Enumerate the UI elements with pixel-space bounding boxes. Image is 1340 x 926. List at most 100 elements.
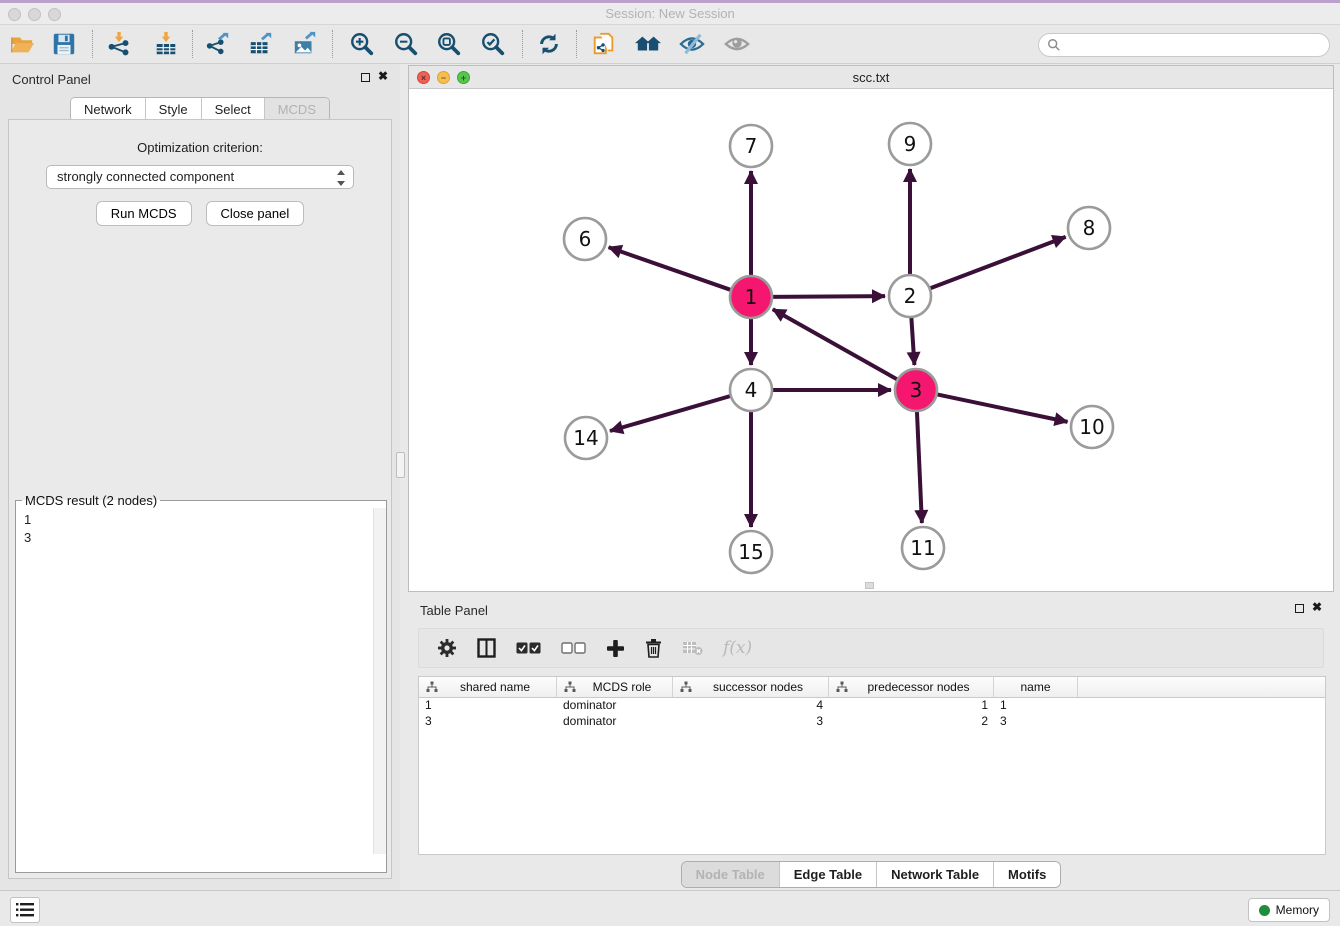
network-graph-canvas[interactable]: 7968124314101511 xyxy=(410,89,1334,592)
zoom-out-icon[interactable] xyxy=(392,30,420,58)
control-panel-title: Control Panel xyxy=(12,72,91,87)
close-panel-icon[interactable]: ✖ xyxy=(378,69,388,83)
cell-mcds-role[interactable]: dominator xyxy=(557,698,673,714)
search-icon xyxy=(1047,38,1061,52)
graph-node-label-2: 2 xyxy=(904,284,917,308)
main-toolbar xyxy=(0,25,1340,64)
tab-select[interactable]: Select xyxy=(201,98,264,121)
node-table-header-row: shared name MCDS role successor nodes pr… xyxy=(419,677,1325,698)
column-header-shared-name[interactable]: shared name xyxy=(419,677,557,697)
refresh-layout-icon[interactable] xyxy=(535,30,563,58)
close-panel-icon[interactable]: ✖ xyxy=(1312,600,1322,614)
network-window-titlebar[interactable]: × − + scc.txt xyxy=(409,66,1333,89)
graph-node-label-9: 9 xyxy=(904,132,917,156)
column-header-name[interactable]: name xyxy=(994,677,1078,697)
open-session-icon[interactable] xyxy=(8,30,36,58)
canvas-resize-handle[interactable] xyxy=(865,582,874,589)
cell-successor-nodes[interactable]: 3 xyxy=(673,714,829,730)
delete-column-trash-icon[interactable] xyxy=(645,634,662,662)
deselect-all-checkboxes-icon[interactable] xyxy=(561,634,586,662)
export-image-icon[interactable] xyxy=(291,30,319,58)
column-type-icon xyxy=(564,681,576,693)
graph-edge-4-14[interactable] xyxy=(610,396,731,431)
run-mcds-button[interactable]: Run MCDS xyxy=(96,201,192,226)
search-input[interactable] xyxy=(1066,35,1329,55)
export-table-icon[interactable] xyxy=(247,30,275,58)
mcds-result-item: 1 xyxy=(24,511,364,529)
application-window: Session: New Session xyxy=(0,0,1340,926)
cell-mcds-role[interactable]: dominator xyxy=(557,714,673,730)
graph-edge-3-1[interactable] xyxy=(773,309,898,379)
table-row[interactable]: 3dominator323 xyxy=(419,714,1325,730)
toolbar-separator xyxy=(192,30,193,58)
graph-edge-3-11[interactable] xyxy=(917,411,922,523)
criterion-selected-value: strongly connected component xyxy=(57,169,234,184)
close-panel-button[interactable]: Close panel xyxy=(206,201,305,226)
criterion-select[interactable]: strongly connected component xyxy=(46,165,354,189)
tab-style[interactable]: Style xyxy=(145,98,201,121)
titlebar-accent-strip xyxy=(0,0,1340,3)
zoom-in-icon[interactable] xyxy=(348,30,376,58)
result-scrollbar[interactable] xyxy=(373,508,386,854)
toolbar-separator xyxy=(92,30,93,58)
cell-name[interactable]: 3 xyxy=(994,714,1078,730)
graph-edge-2-8[interactable] xyxy=(930,237,1066,289)
cell-shared-name[interactable]: 1 xyxy=(419,698,557,714)
tab-motifs[interactable]: Motifs xyxy=(993,862,1060,887)
float-window-icon[interactable] xyxy=(1295,604,1304,613)
zoom-fit-icon[interactable] xyxy=(435,30,463,58)
tab-mcds[interactable]: MCDS xyxy=(264,98,329,121)
memory-label: Memory xyxy=(1276,903,1319,917)
network-window-title: scc.txt xyxy=(409,70,1333,85)
tab-edge-table[interactable]: Edge Table xyxy=(779,862,876,887)
home-network-icon[interactable] xyxy=(634,30,662,58)
settings-gear-icon[interactable] xyxy=(437,634,457,662)
tab-node-table[interactable]: Node Table xyxy=(682,862,779,887)
tab-network-table[interactable]: Network Table xyxy=(876,862,993,887)
import-table-icon[interactable] xyxy=(152,30,180,58)
graph-edge-1-2[interactable] xyxy=(772,296,885,297)
save-session-icon[interactable] xyxy=(50,30,78,58)
import-network-icon[interactable] xyxy=(105,30,133,58)
column-header-successor-nodes[interactable]: successor nodes xyxy=(673,677,829,697)
status-bar: Memory xyxy=(0,890,1340,926)
graph-node-label-15: 15 xyxy=(738,540,763,564)
tab-network[interactable]: Network xyxy=(71,98,145,121)
graph-node-label-4: 4 xyxy=(745,378,758,402)
network-view-window: × − + scc.txt 7968124314101511 xyxy=(408,65,1334,592)
column-visibility-icon[interactable] xyxy=(477,634,496,662)
toolbar-separator xyxy=(576,30,577,58)
add-column-icon[interactable] xyxy=(606,634,625,662)
cell-shared-name[interactable]: 3 xyxy=(419,714,557,730)
column-type-icon xyxy=(680,681,692,693)
cell-predecessor-nodes[interactable]: 1 xyxy=(829,698,994,714)
cell-successor-nodes[interactable]: 4 xyxy=(673,698,829,714)
table-type-tabs: Node Table Edge Table Network Table Moti… xyxy=(408,861,1334,888)
cell-predecessor-nodes[interactable]: 2 xyxy=(829,714,994,730)
show-eye-icon[interactable] xyxy=(723,30,751,58)
graph-node-label-8: 8 xyxy=(1083,216,1096,240)
graph-edge-1-6[interactable] xyxy=(609,247,732,290)
graph-node-label-1: 1 xyxy=(745,285,758,309)
graph-edge-3-10[interactable] xyxy=(937,394,1068,422)
toolbar-separator xyxy=(522,30,523,58)
clone-network-icon[interactable] xyxy=(590,30,618,58)
column-header-predecessor-nodes[interactable]: predecessor nodes xyxy=(829,677,994,697)
search-field[interactable] xyxy=(1038,33,1330,57)
table-row[interactable]: 1dominator411 xyxy=(419,698,1325,714)
cell-name[interactable]: 1 xyxy=(994,698,1078,714)
memory-button[interactable]: Memory xyxy=(1248,898,1330,922)
zoom-selected-icon[interactable] xyxy=(479,30,507,58)
column-header-mcds-role[interactable]: MCDS role xyxy=(557,677,673,697)
graph-edge-2-3[interactable] xyxy=(911,317,914,365)
graph-node-label-3: 3 xyxy=(910,378,923,402)
column-type-icon xyxy=(836,681,848,693)
control-panel-header: Control Panel ✖ xyxy=(0,64,400,94)
float-window-icon[interactable] xyxy=(361,73,370,82)
panel-splitter-handle[interactable] xyxy=(396,452,405,478)
app-titlebar: Session: New Session xyxy=(0,0,1340,25)
select-all-checkboxes-icon[interactable] xyxy=(516,634,541,662)
task-history-button[interactable] xyxy=(10,897,40,923)
hide-selected-eye-icon[interactable] xyxy=(678,30,706,58)
export-network-icon[interactable] xyxy=(204,30,232,58)
